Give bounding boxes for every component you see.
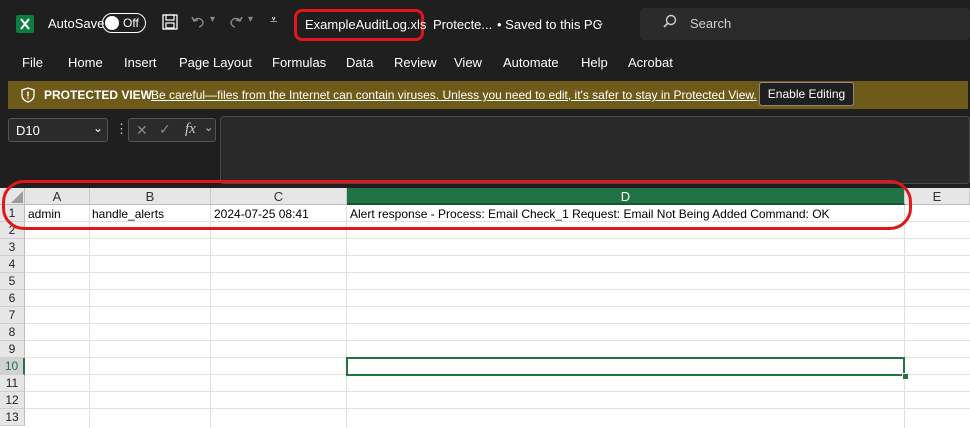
customize-toolbar-icon[interactable]: ⩡ bbox=[270, 12, 277, 28]
row-header[interactable]: 6 bbox=[0, 290, 25, 307]
row-header[interactable]: 13 bbox=[0, 409, 25, 426]
tab-review[interactable]: Review bbox=[394, 55, 437, 70]
protected-view-area: PROTECTED VIEW Be careful—files from the… bbox=[0, 78, 970, 112]
enable-editing-label: Enable Editing bbox=[767, 87, 846, 101]
title-bar: AutoSave Off ▾ ▾ ⩡ ExampleAuditLog.xls P… bbox=[0, 0, 970, 48]
tab-automate[interactable]: Automate bbox=[503, 55, 559, 70]
row-header[interactable]: 12 bbox=[0, 392, 25, 409]
tab-home[interactable]: Home bbox=[68, 55, 103, 70]
chevron-down-icon[interactable]: ⌄ bbox=[595, 15, 605, 29]
cancel-icon[interactable]: ✕ bbox=[136, 122, 148, 139]
row-header[interactable]: 7 bbox=[0, 307, 25, 324]
search-box[interactable]: Search bbox=[640, 8, 970, 40]
insert-function-icon[interactable]: fx bbox=[185, 121, 196, 138]
search-icon bbox=[662, 14, 678, 33]
spreadsheet-grid: A B C D E 1 2 3 4 5 6 7 8 9 10 11 12 13 … bbox=[0, 180, 970, 428]
row-annotation bbox=[2, 180, 912, 230]
gridline bbox=[25, 391, 970, 392]
save-icon[interactable] bbox=[162, 14, 178, 33]
row-header[interactable]: 11 bbox=[0, 375, 25, 392]
tab-data[interactable]: Data bbox=[346, 55, 373, 70]
autosave-toggle[interactable]: Off bbox=[102, 13, 146, 33]
row-header[interactable]: 4 bbox=[0, 256, 25, 273]
autosave-state: Off bbox=[123, 16, 139, 30]
gridline bbox=[25, 255, 970, 256]
redo-dropdown-icon[interactable]: ▾ bbox=[248, 14, 253, 25]
redo-icon[interactable] bbox=[228, 14, 244, 33]
gridline bbox=[25, 408, 970, 409]
gridline bbox=[25, 323, 970, 324]
column-header-e[interactable]: E bbox=[905, 188, 970, 205]
chevron-down-icon[interactable]: ⌄ bbox=[93, 121, 103, 135]
toggle-knob bbox=[105, 16, 119, 30]
formula-buttons: ✕ ✓ fx ⌄ bbox=[128, 118, 216, 142]
excel-icon bbox=[16, 15, 34, 33]
saved-status[interactable]: • Saved to this PC bbox=[497, 17, 602, 32]
undo-dropdown-icon[interactable]: ▾ bbox=[210, 14, 215, 25]
gridline bbox=[25, 306, 970, 307]
more-options-icon[interactable]: ⋮ bbox=[115, 121, 128, 137]
tab-acrobat[interactable]: Acrobat bbox=[628, 55, 673, 70]
row-header[interactable]: 5 bbox=[0, 273, 25, 290]
formula-bar: D10 ⌄ ⋮ ✕ ✓ fx ⌄ bbox=[0, 112, 970, 188]
undo-icon[interactable] bbox=[190, 14, 206, 33]
protected-view-title: PROTECTED VIEW bbox=[44, 88, 153, 102]
tab-formulas[interactable]: Formulas bbox=[272, 55, 326, 70]
row-header[interactable]: 9 bbox=[0, 341, 25, 358]
name-box[interactable]: D10 ⌄ bbox=[8, 118, 108, 142]
row-header[interactable]: 3 bbox=[0, 239, 25, 256]
name-box-value: D10 bbox=[16, 123, 40, 138]
tab-page-layout[interactable]: Page Layout bbox=[179, 55, 252, 70]
protected-label: Protecte... bbox=[433, 17, 493, 32]
selected-cell-d10[interactable] bbox=[346, 357, 905, 376]
gridline bbox=[25, 272, 970, 273]
row-header-selected[interactable]: 10 bbox=[0, 358, 25, 375]
check-icon[interactable]: ✓ bbox=[159, 121, 171, 138]
fill-handle[interactable] bbox=[902, 373, 909, 380]
filename[interactable]: ExampleAuditLog.xls bbox=[305, 17, 426, 32]
tab-insert[interactable]: Insert bbox=[124, 55, 157, 70]
protected-view-bar: PROTECTED VIEW Be careful—files from the… bbox=[8, 81, 968, 109]
shield-icon bbox=[20, 87, 36, 106]
chevron-down-icon[interactable]: ⌄ bbox=[204, 121, 213, 134]
gridline bbox=[25, 238, 970, 239]
gridline bbox=[25, 289, 970, 290]
ribbon-tabs: File Home Insert Page Layout Formulas Da… bbox=[0, 48, 970, 78]
search-placeholder: Search bbox=[690, 16, 732, 31]
autosave-label: AutoSave bbox=[48, 16, 105, 31]
tab-view[interactable]: View bbox=[454, 55, 482, 70]
gridline bbox=[25, 340, 970, 341]
protected-view-message[interactable]: Be careful—files from the Internet can c… bbox=[151, 88, 757, 102]
row-header[interactable]: 8 bbox=[0, 324, 25, 341]
tab-help[interactable]: Help bbox=[581, 55, 608, 70]
enable-editing-button[interactable]: Enable Editing bbox=[759, 82, 854, 106]
tab-file[interactable]: File bbox=[22, 55, 43, 70]
formula-input[interactable] bbox=[220, 116, 970, 184]
